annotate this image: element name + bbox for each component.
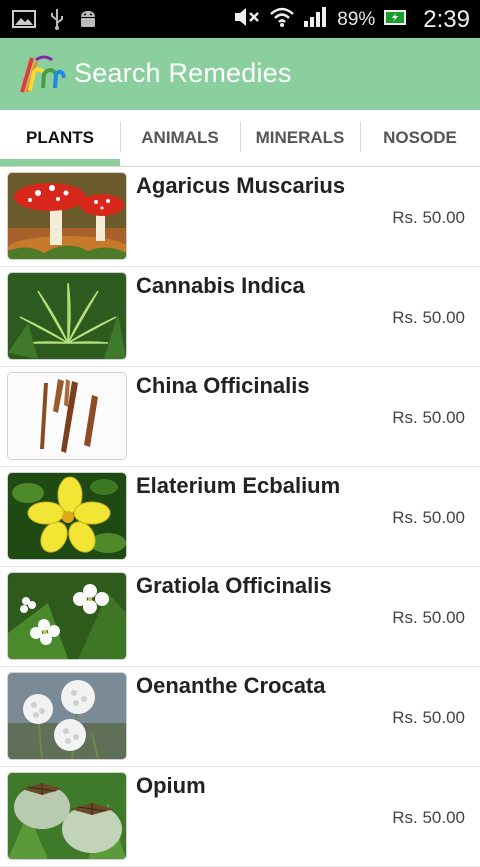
- remedy-price: Rs. 50.00: [392, 308, 465, 327]
- remedy-row[interactable]: Agaricus Muscarius Rs. 50.00: [0, 167, 480, 267]
- wifi-icon: [269, 6, 295, 33]
- battery-percent: 89%: [337, 8, 376, 30]
- clock: 2:39: [423, 5, 470, 33]
- action-bar: Search Remedies: [0, 38, 480, 110]
- battery-charging-icon: [383, 6, 409, 33]
- mute-icon: [233, 5, 261, 34]
- category-tabs: PLANTS ANIMALS MINERALS NOSODE: [0, 110, 480, 167]
- remedy-price: Rs. 50.00: [392, 508, 465, 527]
- remedy-name: Gratiola Officinalis: [136, 573, 332, 598]
- remedy-name: Elaterium Ecbalium: [136, 473, 341, 498]
- remedy-price: Rs. 50.00: [392, 208, 465, 227]
- remedy-row[interactable]: China Officinalis Rs. 50.00: [0, 367, 480, 467]
- remedy-price: Rs. 50.00: [392, 808, 465, 827]
- remedy-name: Oenanthe Crocata: [136, 673, 326, 698]
- tab-animals[interactable]: ANIMALS: [120, 110, 240, 166]
- remedy-row[interactable]: Cannabis Indica Rs. 50.00: [0, 267, 480, 367]
- remedy-name: Opium: [136, 773, 206, 798]
- remedy-name: Cannabis Indica: [136, 273, 305, 298]
- poppy-pods-image: [8, 773, 126, 859]
- remedy-row[interactable]: Elaterium Ecbalium Rs. 50.00: [0, 467, 480, 567]
- active-tab-indicator: [0, 159, 120, 166]
- remedy-price: Rs. 50.00: [392, 608, 465, 627]
- remedy-price: Rs. 50.00: [392, 408, 465, 427]
- remedy-row[interactable]: Gratiola Officinalis Rs. 50.00: [0, 567, 480, 667]
- white-flowers-image: [8, 573, 126, 659]
- remedy-name: China Officinalis: [136, 373, 310, 398]
- tab-nosode[interactable]: NOSODE: [360, 110, 480, 166]
- mushroom-image: [8, 173, 126, 259]
- remedy-list: Agaricus Muscarius Rs. 50.00 Cannabis In…: [0, 167, 480, 867]
- app-logo[interactable]: [18, 52, 66, 96]
- remedy-row[interactable]: Opium Rs. 50.00: [0, 767, 480, 867]
- gallery-icon: [12, 9, 36, 34]
- cannabis-leaf-image: [8, 273, 126, 359]
- signal-icon: [303, 6, 329, 33]
- remedy-price: Rs. 50.00: [392, 708, 465, 727]
- tab-minerals[interactable]: MINERALS: [240, 110, 360, 166]
- usb-icon: [50, 8, 64, 35]
- remedy-name: Agaricus Muscarius: [136, 173, 346, 198]
- bark-sticks-image: [8, 373, 126, 459]
- yellow-flower-image: [8, 473, 126, 559]
- remedy-row[interactable]: Oenanthe Crocata Rs. 50.00: [0, 667, 480, 767]
- status-bar: 89% 2:39: [0, 0, 480, 38]
- page-title: Search Remedies: [74, 58, 292, 88]
- android-debug-icon: [78, 8, 98, 35]
- tab-plants[interactable]: PLANTS: [0, 110, 120, 166]
- umbel-flower-image: [8, 673, 126, 759]
